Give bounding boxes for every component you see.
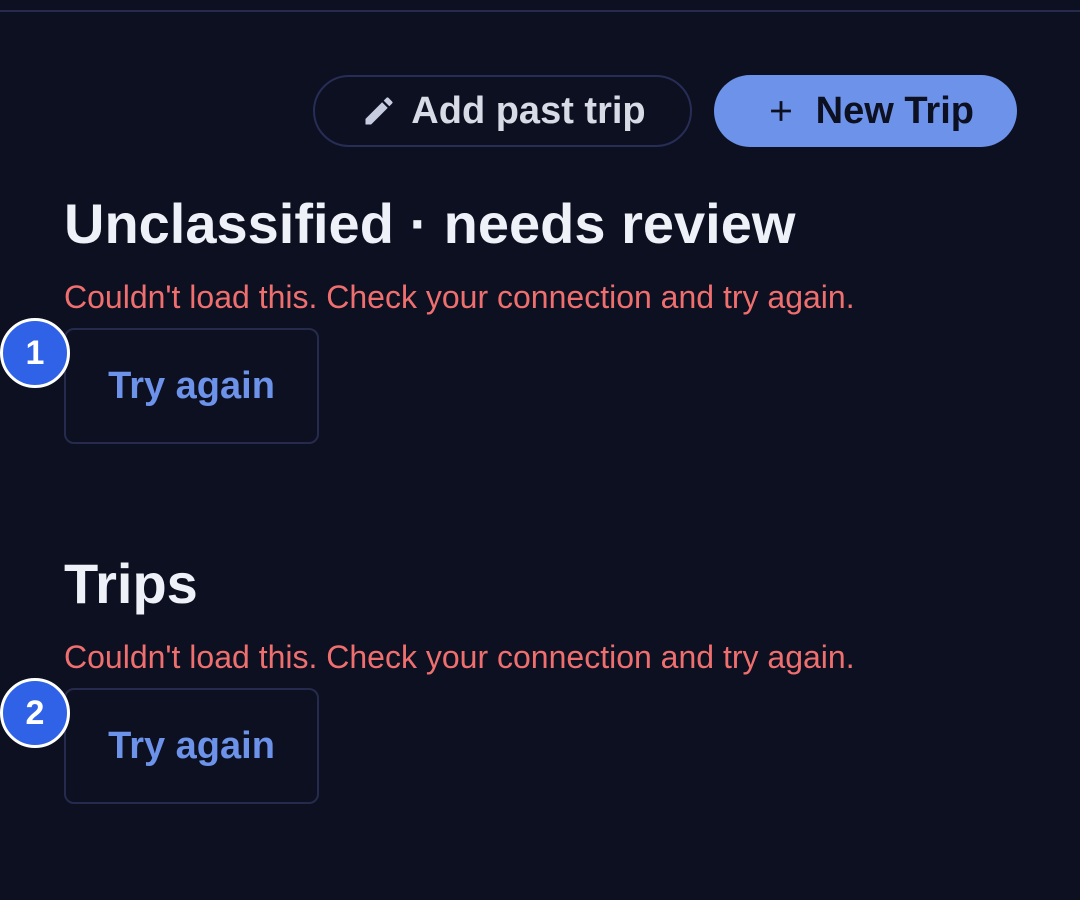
plus-icon: [764, 94, 798, 128]
new-trip-button[interactable]: New Trip: [713, 75, 1017, 147]
section-title: Trips: [64, 552, 198, 615]
add-past-trip-button[interactable]: Add past trip: [313, 75, 692, 147]
try-again-button[interactable]: Try again: [64, 328, 319, 444]
step-badge: 1: [0, 318, 70, 388]
step-badge: 2: [0, 678, 70, 748]
add-past-trip-label: Add past trip: [411, 89, 646, 132]
toolbar: Add past trip New Trip: [313, 75, 1017, 147]
new-trip-label: New Trip: [815, 89, 974, 132]
error-message: Couldn't load this. Check your connectio…: [64, 639, 855, 675]
section-title: Unclassified · needs review: [64, 192, 796, 255]
pencil-icon: [361, 93, 397, 129]
trips-section: Trips Couldn't load this. Check your con…: [64, 552, 855, 804]
error-message: Couldn't load this. Check your connectio…: [64, 279, 855, 315]
unclassified-section: Unclassified · needs review Couldn't loa…: [64, 192, 855, 444]
top-divider: [0, 10, 1080, 12]
try-again-button[interactable]: Try again: [64, 688, 319, 804]
